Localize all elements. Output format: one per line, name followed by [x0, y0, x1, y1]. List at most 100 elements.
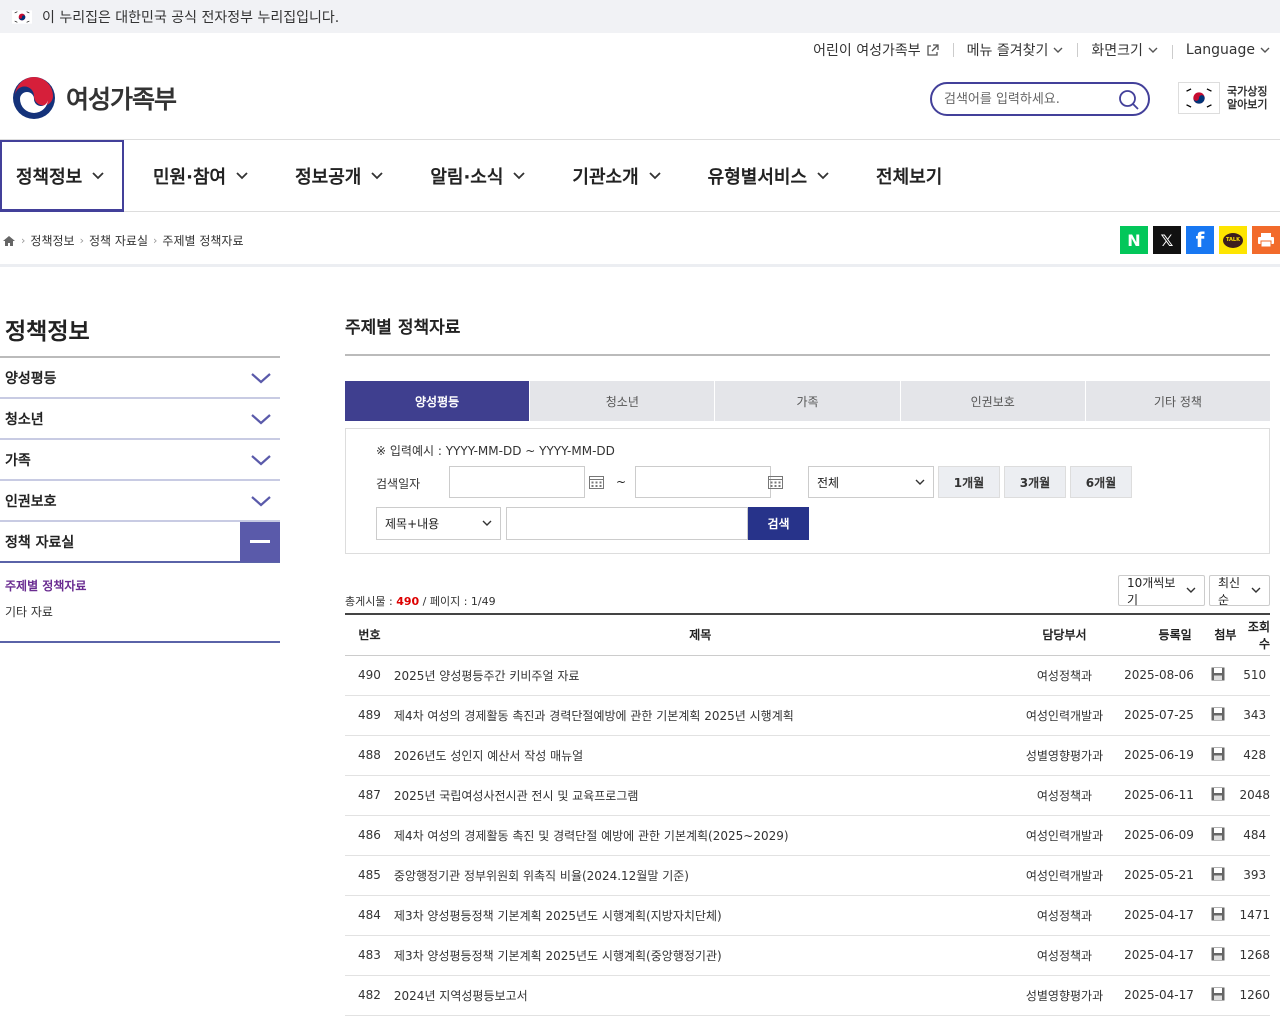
collapse-icon[interactable] [240, 521, 280, 562]
row-title-link[interactable]: 중앙행정기관 정부위원회 위촉직 비율(2024.12월말 기준) [393, 855, 1007, 896]
gnb-item-news[interactable]: 알림·소식 [430, 140, 526, 212]
row-title-link[interactable]: 2025년 국립여성사전시관 전시 및 교육프로그램 [393, 775, 1007, 816]
kids-site-link[interactable]: 어린이 여성가족부 [799, 40, 953, 60]
tab-human-rights[interactable]: 인권보호 [900, 381, 1086, 421]
chevron-down-icon [251, 413, 271, 424]
lnb-sub-item-other-materials[interactable]: 기타 자료 [5, 603, 280, 629]
print-icon[interactable] [1252, 226, 1280, 254]
chevron-down-icon [236, 172, 248, 180]
period-select[interactable]: 전체 [808, 466, 934, 498]
search-input[interactable] [944, 91, 1114, 107]
three-month-button[interactable]: 3개월 [1004, 466, 1066, 498]
row-department: 여성인력개발과 [1006, 815, 1123, 856]
row-title-link[interactable]: 제4차 여성의 경제활동 촉진 및 경력단절 예방에 관한 기본계획(2025~… [393, 815, 1007, 856]
gnb-item-policy-info[interactable]: 정책정보 [0, 140, 124, 212]
facebook-share-icon[interactable]: f [1186, 226, 1214, 254]
tab-family[interactable]: 가족 [715, 381, 901, 421]
chevron-down-icon [513, 172, 526, 180]
home-icon[interactable] [2, 235, 16, 247]
table-row[interactable]: 482 2024년 지역성평등보고서 성별영향평가과 2025-04-17 1260 [345, 975, 1270, 1016]
column-header: 번호 [345, 614, 394, 656]
lnb-item-youth[interactable]: 청소년 [0, 399, 280, 440]
row-department: 여성정책과 [1006, 935, 1123, 976]
end-date-input[interactable] [635, 466, 771, 498]
attachment-icon[interactable] [1211, 867, 1225, 881]
attachment-icon[interactable] [1211, 827, 1225, 841]
start-date-input[interactable] [449, 466, 585, 498]
row-date: 2025-04-17 [1122, 975, 1196, 1016]
sort-select[interactable]: 최신순 [1209, 575, 1270, 607]
six-month-button[interactable]: 6개월 [1070, 466, 1132, 498]
naver-share-icon[interactable]: N [1120, 226, 1148, 254]
lnb-item-gender-equality[interactable]: 양성평등 [0, 358, 280, 399]
attachment-icon[interactable] [1211, 987, 1225, 1001]
row-title-link[interactable]: 제3차 양성평등정책 기본계획 2025년도 시행계획(지방자치단체) [393, 895, 1007, 936]
chevron-down-icon [1186, 587, 1196, 593]
gnb-item-info-disclosure[interactable]: 정보공개 [295, 140, 383, 212]
breadcrumb-item[interactable]: 정책 자료실 [89, 232, 148, 249]
attachment-icon[interactable] [1211, 747, 1225, 761]
chevron-down-icon [92, 171, 104, 179]
lnb-item-family[interactable]: 가족 [0, 440, 280, 481]
chevron-down-icon [1251, 587, 1261, 593]
gnb-item-sitemap[interactable]: 전체보기 [876, 140, 942, 212]
row-title-link[interactable]: 제4차 여성의 경제활동 촉진과 경력단절예방에 관한 기본계획 2025년 시… [393, 695, 1007, 736]
row-title-link[interactable]: 2025년 양성평등주간 키비주얼 자료 [393, 655, 1007, 696]
breadcrumb-item[interactable]: 정책정보 [30, 232, 74, 249]
table-row[interactable]: 488 2026년도 성인지 예산서 작성 매뉴얼 성별영향평가과 2025-06-1… [345, 735, 1270, 776]
table-row[interactable]: 484 제3차 양성평등정책 기본계획 2025년도 시행계획(지방자치단체) 여성… [345, 895, 1270, 936]
search-button[interactable]: 검색 [748, 507, 809, 540]
one-month-button[interactable]: 1개월 [938, 466, 1000, 498]
table-header-row: 번호 제목 담당부서 등록일 첨부 조회수 [345, 614, 1270, 656]
gnb-item-services-by-type[interactable]: 유형별서비스 [708, 140, 829, 212]
policy-list-table: 번호 제목 담당부서 등록일 첨부 조회수 490 2025년 양성평등주간 키비… [345, 613, 1270, 1016]
calendar-icon[interactable] [768, 475, 783, 489]
search-icon[interactable] [1118, 89, 1140, 111]
per-page-select[interactable]: 10개씩보기 [1118, 575, 1205, 607]
row-number: 488 [345, 735, 394, 776]
x-share-icon[interactable]: 𝕏 [1153, 226, 1181, 254]
left-navigation: 양성평등 청소년 가족 인권보호 정책 자료실 주제별 정책자료 기타 자료 [0, 356, 280, 643]
gnb-item-civil-participation[interactable]: 민원·참여 [153, 140, 248, 212]
table-row[interactable]: 486 제4차 여성의 경제활동 촉진 및 경력단절 예방에 관한 기본계획(20… [345, 815, 1270, 856]
topic-tabs: 양성평등 청소년 가족 인권보호 기타 정책 [345, 381, 1271, 421]
menu-favorites-dropdown[interactable]: 메뉴 즐겨찾기 [952, 40, 1078, 60]
chevron-down-icon [649, 172, 661, 180]
lnb-sub-item-topic-materials[interactable]: 주제별 정책자료 [5, 577, 280, 603]
chevron-down-icon [251, 372, 271, 383]
screen-size-dropdown[interactable]: 화면크기 [1077, 40, 1172, 60]
kakaotalk-share-icon[interactable]: TALK [1219, 226, 1247, 254]
attachment-icon[interactable] [1211, 787, 1225, 801]
lnb-item-human-rights[interactable]: 인권보호 [0, 481, 280, 522]
attachment-icon[interactable] [1211, 907, 1225, 921]
calendar-icon[interactable] [589, 475, 604, 489]
language-dropdown[interactable]: Language [1171, 42, 1270, 59]
keyword-input[interactable] [506, 507, 748, 540]
row-title-link[interactable]: 2026년도 성인지 예산서 작성 매뉴얼 [393, 735, 1007, 776]
row-department: 여성정책과 [1006, 655, 1123, 696]
attachment-icon[interactable] [1211, 667, 1225, 681]
row-title-link[interactable]: 제3차 양성평등정책 기본계획 2025년도 시행계획(중앙행정기관) [393, 935, 1007, 976]
table-row[interactable]: 483 제3차 양성평등정책 기본계획 2025년도 시행계획(중앙행정기관) 여성… [345, 935, 1270, 976]
row-number: 482 [345, 975, 394, 1016]
gnb-item-about[interactable]: 기관소개 [572, 140, 661, 212]
breadcrumb-item[interactable]: 주제별 정책자료 [162, 232, 243, 249]
site-logo[interactable]: 여성가족부 [12, 76, 177, 120]
attachment-icon[interactable] [1211, 947, 1225, 961]
table-row[interactable]: 487 2025년 국립여성사전시관 전시 및 교육프로그램 여성정책과 2025-0… [345, 775, 1270, 816]
search-field-select[interactable]: 제목+내용 [376, 507, 501, 540]
national-symbol-link[interactable]: 국가상징 알아보기 [1178, 82, 1267, 114]
table-row[interactable]: 485 중앙행정기관 정부위원회 위촉직 비율(2024.12월말 기준) 여성인력… [345, 855, 1270, 896]
attachment-icon[interactable] [1211, 707, 1225, 721]
row-department: 여성정책과 [1006, 775, 1123, 816]
chevron-down-icon [1148, 47, 1158, 53]
tab-youth[interactable]: 청소년 [530, 381, 716, 421]
table-row[interactable]: 489 제4차 여성의 경제활동 촉진과 경력단절예방에 관한 기본계획 2025… [345, 695, 1270, 736]
lnb-item-policy-archive[interactable]: 정책 자료실 [0, 521, 280, 563]
row-views: 484 [1239, 815, 1270, 856]
row-title-link[interactable]: 2024년 지역성평등보고서 [393, 975, 1007, 1016]
tab-gender-equality[interactable]: 양성평등 [345, 381, 531, 421]
row-views: 343 [1239, 695, 1270, 736]
tab-other-policy[interactable]: 기타 정책 [1085, 381, 1271, 421]
table-row[interactable]: 490 2025년 양성평등주간 키비주얼 자료 여성정책과 2025-08-06 51… [345, 655, 1270, 696]
